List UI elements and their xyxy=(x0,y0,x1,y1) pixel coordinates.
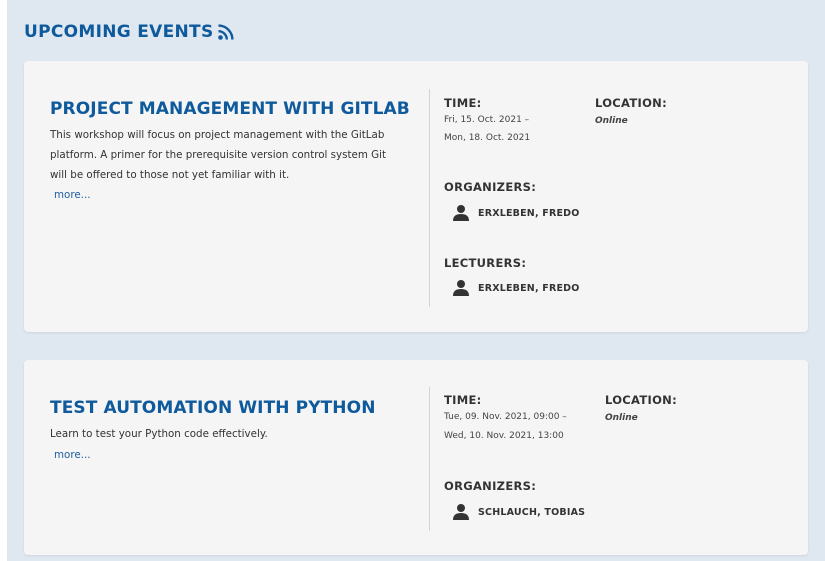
user-icon xyxy=(453,280,469,296)
time-start: Tue, 09. Nov. 2021, 09:00 – xyxy=(444,412,567,422)
lecturers-label: LECTURERS: xyxy=(444,256,527,270)
time-label: TIME: xyxy=(444,96,482,110)
more-link[interactable]: more... xyxy=(54,189,91,201)
rss-icon[interactable] xyxy=(217,23,235,41)
location-value: Online xyxy=(605,413,638,423)
organizers-label: ORGANIZERS: xyxy=(444,479,537,493)
user-icon xyxy=(453,504,469,520)
time-label: TIME: xyxy=(444,393,482,407)
divider xyxy=(429,387,430,531)
lecturer-name: ERXLEBEN, FREDO xyxy=(478,282,580,294)
organizer-name: SCHLAUCH, TOBIAS xyxy=(478,506,586,518)
lecturer-link[interactable]: ERXLEBEN, FREDO xyxy=(452,279,580,297)
location-label: LOCATION: xyxy=(605,393,677,407)
section-header: UPCOMING EVENTS xyxy=(24,22,235,42)
time-end: Mon, 18. Oct. 2021 xyxy=(444,133,531,143)
divider xyxy=(429,89,430,307)
organizer-link[interactable]: SCHLAUCH, TOBIAS xyxy=(452,503,585,521)
event-card: PROJECT MANAGEMENT WITH GITLAB This work… xyxy=(24,61,808,332)
event-description: This workshop will focus on project mana… xyxy=(50,129,387,181)
user-icon xyxy=(453,205,469,221)
event-card: TEST AUTOMATION WITH PYTHON Learn to tes… xyxy=(24,360,808,555)
event-description: Learn to test your Python code effective… xyxy=(50,428,268,440)
organizer-link[interactable]: ERXLEBEN, FREDO xyxy=(452,204,580,222)
event-title[interactable]: PROJECT MANAGEMENT WITH GITLAB xyxy=(50,99,410,119)
location-value: Online xyxy=(595,116,628,126)
location-label: LOCATION: xyxy=(595,96,667,110)
time-end: Wed, 10. Nov. 2021, 13:00 xyxy=(444,431,564,441)
organizer-name: ERXLEBEN, FREDO xyxy=(478,207,580,219)
time-start: Fri, 15. Oct. 2021 – xyxy=(444,115,530,125)
event-title[interactable]: TEST AUTOMATION WITH PYTHON xyxy=(50,398,376,418)
section-title: UPCOMING EVENTS xyxy=(24,22,214,42)
organizers-label: ORGANIZERS: xyxy=(444,180,537,194)
more-link[interactable]: more... xyxy=(54,449,91,461)
events-panel: UPCOMING EVENTS PROJECT MANAGEMENT WITH … xyxy=(7,0,825,561)
